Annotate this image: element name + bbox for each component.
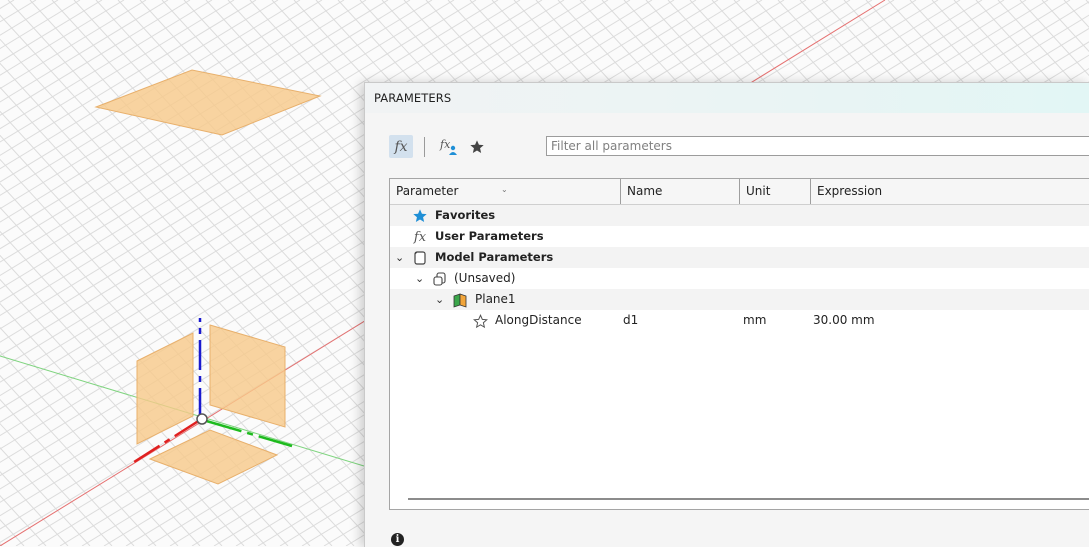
parameter-name[interactable]: d1	[623, 310, 638, 331]
sort-indicator-icon: ⌄	[501, 185, 508, 194]
tree-label: (Unsaved)	[454, 271, 516, 285]
origin-point[interactable]	[196, 413, 208, 425]
dialog-toolbar: fx fx	[389, 135, 1089, 159]
tree-label: Plane1	[475, 292, 516, 306]
tree-row-user-parameters[interactable]: fx User Parameters	[390, 226, 1089, 247]
chevron-down-icon[interactable]: ⌄	[395, 247, 404, 268]
front-plane	[136, 332, 194, 445]
filter-input[interactable]	[546, 136, 1089, 156]
column-header-name[interactable]: Name	[621, 179, 740, 204]
column-header-expression[interactable]: Expression	[811, 179, 1089, 204]
parameters-dialog: PARAMETERS fx fx Parameter	[364, 82, 1089, 547]
tree-row-model-parameters[interactable]: ⌄ Model Parameters	[390, 247, 1089, 268]
tree-label: User Parameters	[435, 229, 544, 243]
star-icon	[470, 139, 484, 153]
star-icon	[412, 208, 428, 224]
all-parameters-button[interactable]: fx	[389, 135, 413, 158]
plane-icon	[452, 292, 468, 308]
user-parameters-button[interactable]: fx	[437, 135, 461, 158]
tree-label: Model Parameters	[435, 250, 554, 264]
chevron-down-icon[interactable]: ⌄	[415, 268, 424, 289]
dialog-titlebar[interactable]: PARAMETERS	[365, 83, 1089, 113]
horizontal-scrollbar[interactable]	[408, 498, 1089, 500]
favorites-button[interactable]	[465, 135, 489, 158]
fx-icon: fx	[394, 138, 408, 155]
info-icon[interactable]: i	[391, 533, 404, 546]
toolbar-separator	[424, 137, 425, 157]
fx-icon: fx	[413, 229, 427, 245]
parameter-unit: mm	[743, 313, 767, 327]
bottom-plane	[148, 429, 279, 485]
parameter-label: AlongDistance	[495, 313, 582, 327]
fx-user-icon: fx	[440, 138, 458, 156]
component-icon	[412, 250, 428, 266]
top-plane	[94, 69, 322, 136]
chevron-down-icon[interactable]: ⌄	[435, 289, 444, 310]
star-outline-icon[interactable]	[472, 313, 488, 329]
table-header: Parameter ⌄ Name Unit Expression	[390, 179, 1089, 205]
dialog-title: PARAMETERS	[374, 91, 452, 105]
tree-row-unsaved[interactable]: ⌄ (Unsaved)	[390, 268, 1089, 289]
document-icon	[432, 271, 448, 287]
tree-row-alongdistance[interactable]: AlongDistance d1 mm 30.00 mm	[390, 310, 1089, 331]
tree-label: Favorites	[435, 208, 496, 222]
column-header-parameter[interactable]: Parameter ⌄	[390, 179, 621, 204]
column-header-unit[interactable]: Unit	[740, 179, 811, 204]
right-plane	[209, 324, 286, 428]
parameters-table: Parameter ⌄ Name Unit Expression Favorit…	[389, 178, 1089, 510]
parameter-expression[interactable]: 30.00 mm	[813, 310, 875, 331]
tree-row-plane1[interactable]: ⌄ Plane1	[390, 289, 1089, 310]
tree-row-favorites[interactable]: Favorites	[390, 205, 1089, 226]
